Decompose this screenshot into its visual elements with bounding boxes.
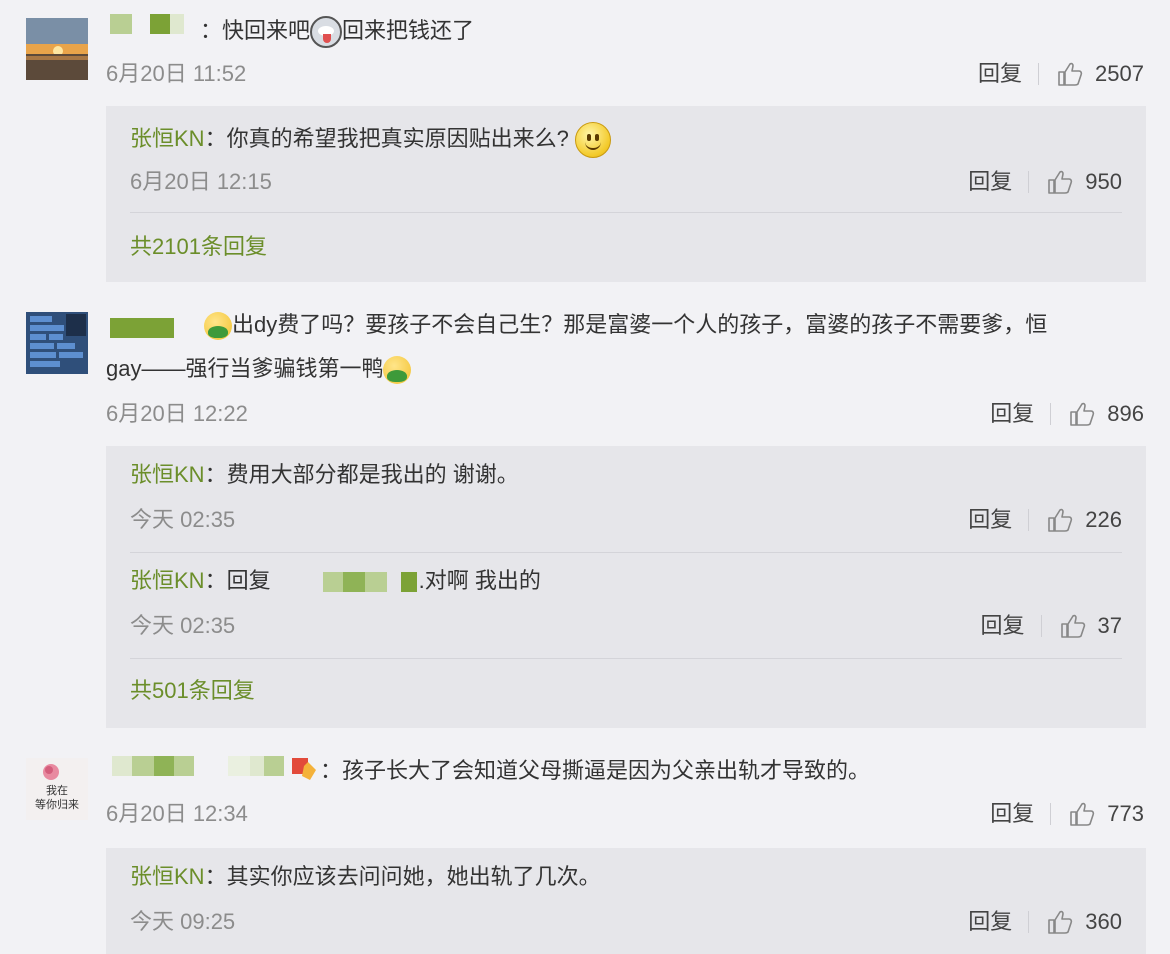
comment-time: 6月20日 12:34 <box>106 801 248 826</box>
sub-reply-actions: 回复 226 <box>968 506 1122 534</box>
sub-reply: 张恒KN：你真的希望我把真实原因贴出来么? 6月20日 12:15 回复 950 <box>130 120 1122 200</box>
like-count: 896 <box>1107 401 1144 426</box>
divider <box>1028 509 1030 531</box>
avatar-caption-1: 我在 <box>46 784 68 797</box>
reply-author[interactable]: 张恒KN <box>130 462 205 487</box>
sub-reply-actions: 回复 37 <box>981 612 1123 640</box>
like-thumb-icon[interactable] <box>1069 401 1095 427</box>
divider <box>1038 63 1040 85</box>
reply-author[interactable]: 张恒KN <box>130 568 205 593</box>
reply-button[interactable]: 回复 <box>968 506 1012 534</box>
more-replies-link[interactable]: 共501条回复 <box>130 676 255 706</box>
sub-reply-text: 张恒KN：其实你应该去问问她，她出轨了几次。 <box>130 864 601 889</box>
vomit-emoji-icon <box>204 312 232 341</box>
reply-button[interactable]: 回复 <box>990 800 1034 828</box>
avatar-caption-2: 等你归来 <box>35 798 79 811</box>
reply-box: 张恒KN：费用大部分都是我出的 谢谢。 今天 02:35 回复 226 张恒KN… <box>106 446 1146 728</box>
divider <box>1050 803 1052 825</box>
reply-button[interactable]: 回复 <box>968 908 1012 936</box>
like-thumb-icon[interactable] <box>1047 169 1073 195</box>
reply-divider <box>130 658 1122 659</box>
divider <box>1028 911 1030 933</box>
like-thumb-icon[interactable] <box>1060 613 1086 639</box>
like-count: 226 <box>1085 507 1122 532</box>
comment-item: 我在 等你归来 ：孩子长大了会知道父母撕逼是因为父亲出轨才导致的。 6月20日 … <box>0 744 1170 954</box>
comment-item: 出dy费了吗？要孩子不会自己生？那是富婆一个人的孩子，富婆的孩子不需要爹，恒 g… <box>0 296 1170 728</box>
sub-reply-time: 今天 02:35 <box>130 613 236 638</box>
like-count: 37 <box>1097 613 1122 638</box>
like-thumb-icon[interactable] <box>1057 61 1083 87</box>
comment-text: 出dy费了吗？要孩子不会自己生？那是富婆一个人的孩子，富婆的孩子不需要爹，恒 g… <box>106 310 1146 385</box>
comment-text: ：快回来吧 回来把钱还了 <box>200 16 474 49</box>
sub-reply-actions: 回复 950 <box>968 168 1122 196</box>
badge-icon <box>292 758 316 780</box>
divider <box>1040 615 1042 637</box>
comment-text: ：孩子长大了会知道父母撕逼是因为父亲出轨才导致的。 <box>320 758 871 783</box>
reply-button[interactable]: 回复 <box>990 400 1034 428</box>
sub-reply-text: 张恒KN：回复 .对啊 我出的 <box>130 568 541 593</box>
comment-item: ：快回来吧 回来把钱还了 6月20日 11:52 回复 2507 张恒KN：你真的… <box>0 0 1170 282</box>
like-count: 2507 <box>1095 61 1144 86</box>
reply-button[interactable]: 回复 <box>978 60 1022 88</box>
reply-box: 张恒KN：你真的希望我把真实原因贴出来么? 6月20日 12:15 回复 950… <box>106 106 1146 282</box>
comment-time: 6月20日 11:52 <box>106 61 247 86</box>
reply-divider <box>130 212 1122 213</box>
vomit-emoji-icon <box>383 356 412 385</box>
reply-divider <box>130 552 1122 553</box>
sub-reply-time: 今天 09:25 <box>130 909 236 934</box>
like-thumb-icon[interactable] <box>1047 507 1073 533</box>
sub-reply-actions: 回复 360 <box>968 908 1122 936</box>
comment-time: 6月20日 12:22 <box>106 401 248 426</box>
reply-author[interactable]: 张恒KN <box>130 126 205 151</box>
username-masked[interactable] <box>110 14 184 34</box>
comment-actions: 回复 773 <box>990 800 1144 828</box>
like-thumb-icon[interactable] <box>1047 909 1073 935</box>
sub-reply-text: 张恒KN：费用大部分都是我出的 谢谢。 <box>130 462 519 487</box>
comment-actions: 回复 896 <box>990 400 1144 428</box>
like-thumb-icon[interactable] <box>1069 801 1095 827</box>
comment-actions: 回复 2507 <box>978 60 1144 88</box>
more-replies-link[interactable]: 共2101条回复 <box>130 232 267 262</box>
reply-button[interactable]: 回复 <box>968 168 1012 196</box>
masked-mention[interactable] <box>271 572 419 593</box>
husky-emoji-icon <box>310 16 343 49</box>
like-count: 360 <box>1085 909 1122 934</box>
reply-box: 张恒KN：其实你应该去问问她，她出轨了几次。 今天 09:25 回复 360 <box>106 848 1146 954</box>
sub-reply: 张恒KN：其实你应该去问问她，她出轨了几次。 今天 09:25 回复 360 <box>130 862 1122 942</box>
divider <box>1028 171 1030 193</box>
sub-reply: 张恒KN：回复 .对啊 我出的 今天 02:35 回复 37 <box>130 566 1122 646</box>
like-count: 950 <box>1085 169 1122 194</box>
avatar[interactable] <box>26 18 88 80</box>
avatar[interactable] <box>26 312 88 374</box>
sub-reply-time: 今天 02:35 <box>130 507 236 532</box>
username-masked[interactable] <box>112 756 284 776</box>
smile-emoji-icon <box>574 122 611 158</box>
sub-reply-text: 张恒KN：你真的希望我把真实原因贴出来么? <box>130 122 611 158</box>
divider <box>1050 403 1052 425</box>
sub-reply: 张恒KN：费用大部分都是我出的 谢谢。 今天 02:35 回复 226 <box>130 460 1122 540</box>
text-avatar-image <box>26 312 88 374</box>
reply-author[interactable]: 张恒KN <box>130 864 205 889</box>
reply-button[interactable]: 回复 <box>981 612 1025 640</box>
sub-reply-time: 6月20日 12:15 <box>130 169 272 194</box>
avatar[interactable]: 我在 等你归来 <box>26 758 88 820</box>
sunset-avatar-image <box>26 18 88 80</box>
like-count: 773 <box>1107 801 1144 826</box>
